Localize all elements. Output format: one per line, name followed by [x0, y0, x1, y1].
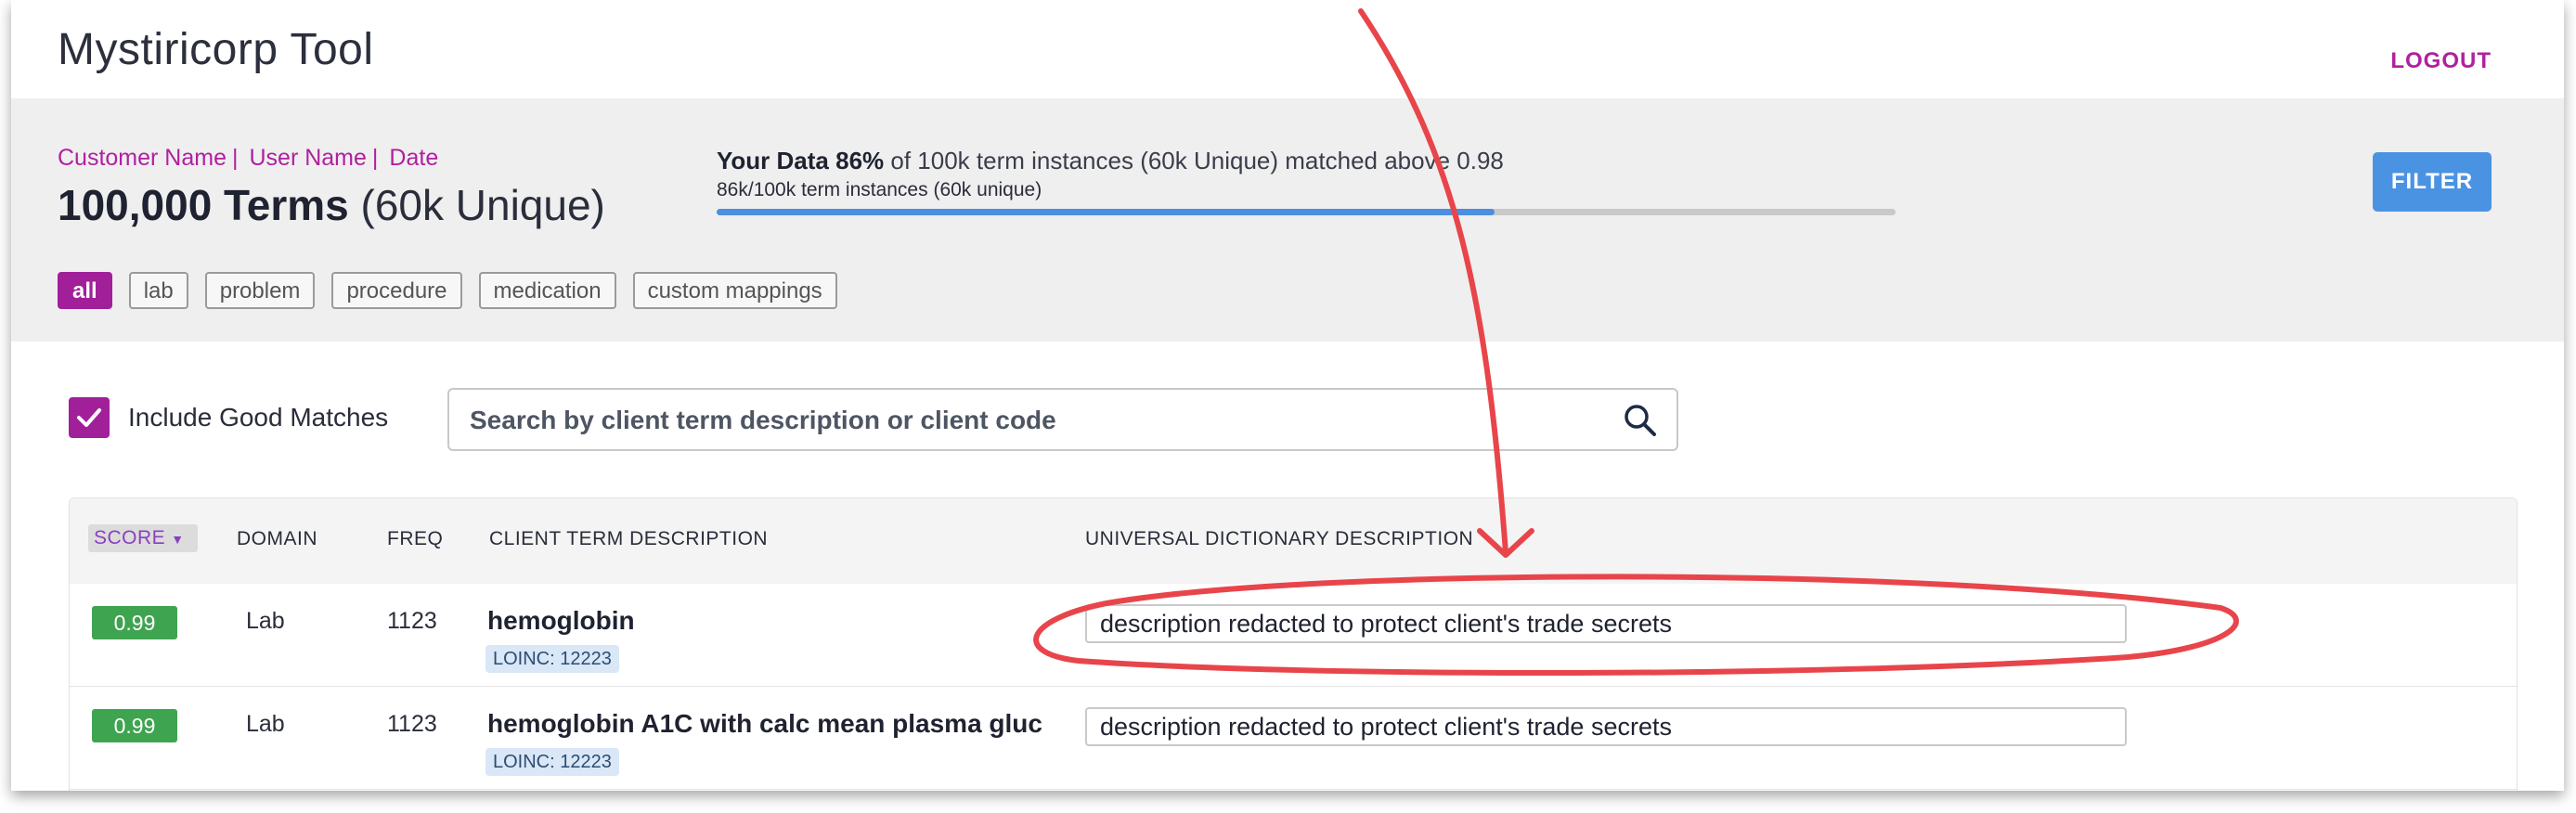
match-progress-bar [717, 209, 1896, 215]
score-badge: 0.99 [92, 606, 177, 639]
include-good-matches[interactable]: Include Good Matches [69, 397, 388, 438]
your-data-label: Your Data [717, 147, 829, 174]
terms-heading: 100,000 Terms (60k Unique) [58, 180, 605, 230]
separator: | [232, 145, 239, 171]
freq-cell: 1123 [387, 608, 437, 634]
table-header: SCORE ▼ DOMAIN FREQ CLIENT TERM DESCRIPTI… [70, 498, 2517, 585]
search-input[interactable] [468, 390, 1586, 451]
filter-chip-procedure[interactable]: procedure [331, 272, 462, 309]
terms-unique: (60k Unique) [360, 181, 605, 229]
domain-cell: Lab [246, 608, 285, 634]
terms-count: 100,000 Terms [58, 181, 349, 229]
code-tag: LOINC: 12223 [485, 645, 619, 673]
app-title: Mystiricorp Tool [58, 25, 374, 74]
freq-cell: 1123 [387, 711, 437, 737]
code-tag: LOINC: 12223 [485, 748, 619, 776]
match-summary: Your Data 86% of 100k term instances (60… [717, 147, 1905, 215]
score-badge: 0.99 [92, 709, 177, 742]
customer-name-label: Customer Name [58, 145, 227, 171]
sort-caret-down-icon: ▼ [171, 532, 185, 547]
match-text: Your Data 86% of 100k term instances (60… [717, 147, 1905, 175]
universal-description-field[interactable]: description redacted to protect client's… [1085, 604, 2127, 643]
column-header-freq[interactable]: FREQ [387, 528, 443, 550]
filter-button[interactable]: FILTER [2373, 152, 2492, 212]
search-box [447, 388, 1678, 451]
universal-description-field[interactable]: description redacted to protect client's… [1085, 707, 2127, 746]
user-name-label: User Name [249, 145, 367, 171]
domain-filter-chips: all lab problem procedure medication custom m… [58, 272, 837, 309]
app-window: Mystiricorp Tool LOGOUT Customer Name | Us… [11, 0, 2564, 791]
date-label: Date [389, 145, 439, 171]
match-percent: 86% [835, 147, 885, 174]
match-description: of 100k term instances (60k Unique) matc… [890, 147, 1504, 174]
filter-chip-custom-mappings[interactable]: custom mappings [632, 272, 837, 309]
check-icon [77, 408, 101, 427]
column-header-client-term[interactable]: CLIENT TERM DESCRIPTION [489, 528, 768, 550]
context-meta: Customer Name | User Name | Date [58, 145, 438, 172]
results-table: SCORE ▼ DOMAIN FREQ CLIENT TERM DESCRIPTI… [69, 497, 2518, 791]
progress-caption: 86k/100k term instances (60k unique) [717, 179, 1042, 200]
domain-cell: Lab [246, 711, 285, 737]
score-header-label: SCORE [94, 527, 166, 548]
filter-chip-lab[interactable]: lab [128, 272, 188, 309]
column-header-domain[interactable]: DOMAIN [237, 528, 317, 550]
filter-chip-problem[interactable]: problem [204, 272, 316, 309]
client-term-cell: hemoglobin A1C with calc mean plasma glu… [487, 709, 1042, 738]
summary-panel: Customer Name | User Name | Date 100,000 Ter… [11, 98, 2564, 342]
table-row[interactable]: 0.99 Lab 1123 hemoglobin A1C with calc m… [70, 687, 2517, 790]
match-progress-fill [717, 209, 1495, 215]
include-good-matches-label: Include Good Matches [128, 403, 389, 432]
column-header-universal-description[interactable]: UNIVERSAL DICTIONARY DESCRIPTION [1085, 528, 1473, 550]
column-header-score[interactable]: SCORE ▼ [88, 524, 198, 552]
separator: | [371, 145, 379, 171]
search-icon[interactable] [1623, 403, 1658, 438]
logout-link[interactable]: LOGOUT [2390, 48, 2492, 74]
filter-chip-all[interactable]: all [58, 272, 112, 309]
table-row[interactable]: 0.99 Lab 1123 hemoglobin LOINC: 12223 de… [70, 584, 2517, 687]
filter-chip-medication[interactable]: medication [478, 272, 616, 309]
client-term-cell: hemoglobin [487, 606, 635, 635]
include-good-matches-checkbox[interactable] [69, 397, 110, 438]
